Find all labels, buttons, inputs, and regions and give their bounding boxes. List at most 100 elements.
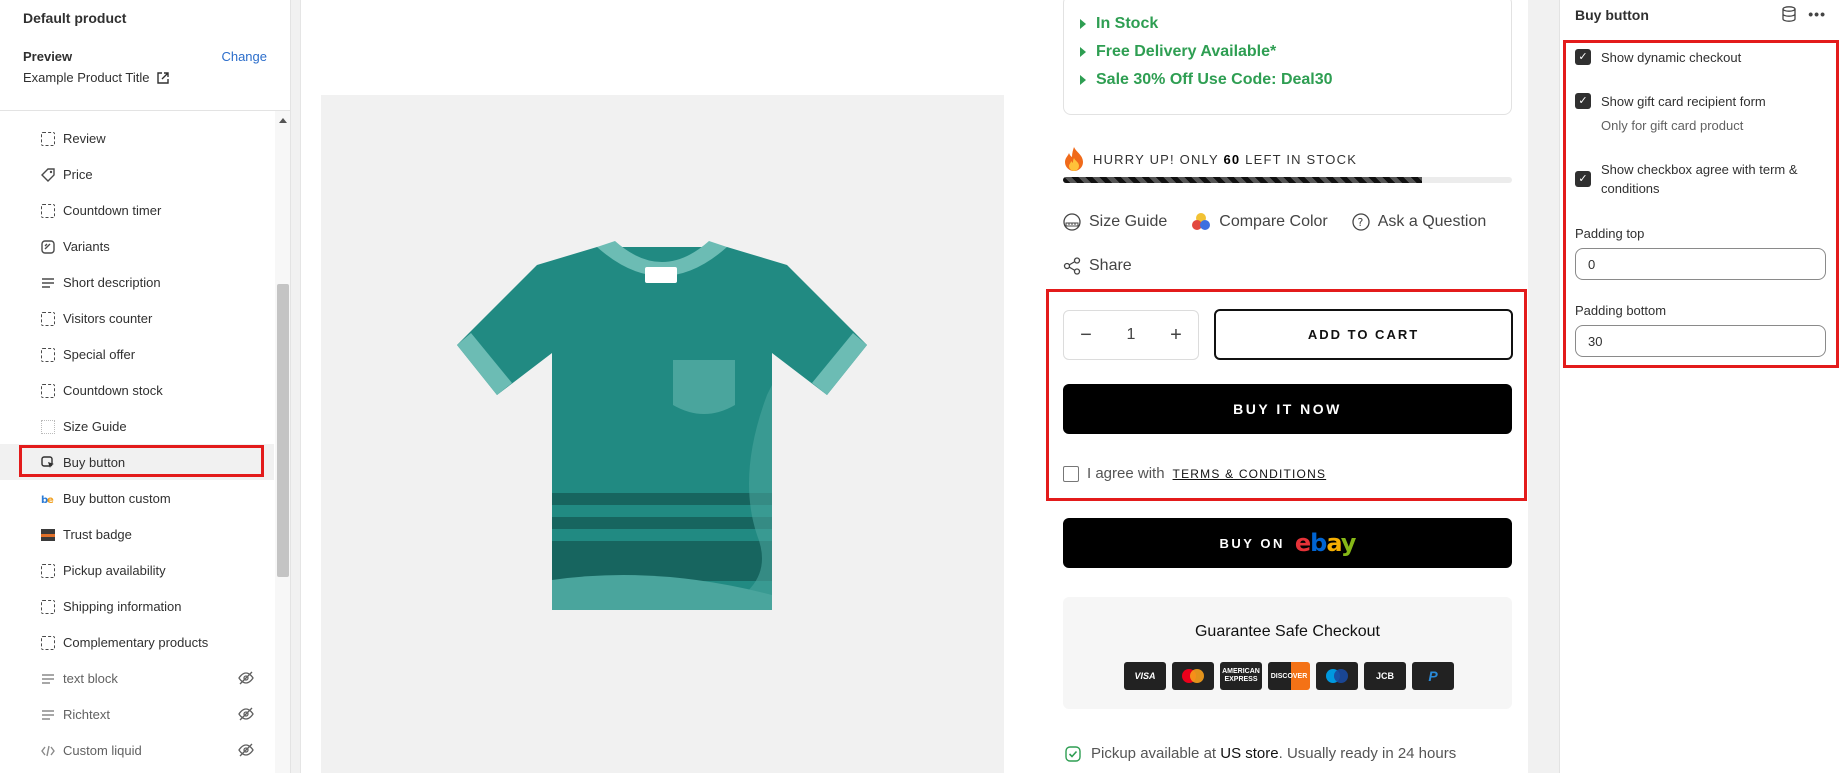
show-gift-card-label: Show gift card recipient form (1601, 94, 1766, 109)
sidebar-item-size-guide[interactable]: Size Guide (0, 408, 274, 444)
share-icon (1063, 257, 1081, 275)
compare-color-link[interactable]: Compare Color (1191, 212, 1328, 232)
sidebar-item-visitors-counter[interactable]: Visitors counter (0, 300, 274, 336)
preview-product[interactable]: Example Product Title (23, 70, 267, 85)
decrease-quantity-button[interactable]: − (1076, 324, 1096, 347)
dashed-square-icon (41, 636, 55, 650)
quantity-stepper[interactable]: − 1 + (1063, 310, 1199, 360)
add-to-cart-button[interactable]: ADD TO CART (1214, 309, 1513, 360)
sidebar-item-label: Variants (63, 238, 110, 254)
info-in-stock: In Stock (1079, 15, 1159, 32)
sidebar-item-label: Richtext (63, 706, 110, 722)
sidebar-item-special-offer[interactable]: Special offer (0, 336, 274, 372)
sidebar-item-label: Review (63, 130, 106, 146)
hurry-suffix: LEFT IN STOCK (1245, 151, 1358, 167)
gift-card-note: Only for gift card product (1601, 118, 1744, 133)
sidebar-item-label: Countdown timer (63, 202, 162, 218)
checkbox-checked-icon[interactable]: ✓ (1575, 171, 1591, 187)
agree-text: I agree with (1087, 465, 1165, 482)
buy-it-now-button[interactable]: BUY IT NOW (1063, 384, 1512, 434)
eye-off-icon[interactable] (238, 671, 254, 685)
sidebar-item-label: Visitors counter (63, 310, 153, 326)
compare-color-label: Compare Color (1219, 213, 1328, 230)
sidebar-item-review[interactable]: Review (0, 120, 274, 156)
sidebar-item-countdown-stock[interactable]: Countdown stock (0, 372, 274, 408)
increase-quantity-button[interactable]: + (1166, 324, 1186, 347)
terms-conditions-link[interactable]: TERMS & CONDITIONS (1173, 467, 1327, 481)
sidebar-item-price[interactable]: Price (0, 156, 274, 192)
variants-icon (41, 240, 55, 254)
sidebar-item-label: text block (63, 670, 118, 686)
product-info-box: In Stock Free Delivery Available* Sale 3… (1063, 0, 1512, 115)
database-icon[interactable] (1782, 6, 1796, 22)
sidebar-item-complementary-products[interactable]: Complementary products (0, 624, 274, 660)
sidebar-item-shipping-information[interactable]: Shipping information (0, 588, 274, 624)
product-image[interactable] (321, 95, 1004, 773)
change-preview-link[interactable]: Change (221, 49, 267, 64)
sidebar-header: Default product Preview Change Example P… (0, 0, 290, 111)
pickup-suffix: . Usually ready in 24 hours (1278, 745, 1457, 762)
agree-terms-checkbox[interactable] (1063, 465, 1079, 482)
product-tools: Size Guide Compare Color ? Ask a Questio… (1063, 212, 1510, 232)
show-gift-card-setting[interactable]: ✓ Show gift card recipient form Only for … (1575, 92, 1766, 135)
jcb-icon: JCB (1364, 662, 1406, 690)
checkbox-checked-icon[interactable]: ✓ (1575, 93, 1591, 109)
show-dynamic-checkout-label: Show dynamic checkout (1601, 50, 1742, 65)
dashed-square-icon (41, 600, 55, 614)
buy-on-label: BUY ON (1219, 535, 1285, 551)
hurry-prefix: HURRY UP! ONLY (1093, 151, 1219, 167)
payment-icons: VISA AMERICAN EXPRESS DISCOVER JCB P (1124, 662, 1454, 690)
selected-block-highlight (19, 445, 264, 477)
badge-image-icon (41, 529, 55, 541)
checkbox-checked-icon[interactable]: ✓ (1575, 49, 1591, 65)
sidebar-item-countdown-timer[interactable]: Countdown timer (0, 192, 274, 228)
sidebar-item-variants[interactable]: Variants (0, 228, 274, 264)
buy-on-ebay-button[interactable]: BUY ON ebay (1063, 518, 1512, 568)
ask-question-label: Ask a Question (1377, 213, 1487, 230)
share-link[interactable]: Share (1063, 257, 1132, 275)
amex-icon: AMERICAN EXPRESS (1220, 662, 1262, 690)
block-settings-panel: Buy button ••• ✓ Show dynamic checkout ✓… (1559, 0, 1840, 773)
agree-terms-row: I agree with TERMS & CONDITIONS (1063, 465, 1326, 482)
padding-top-input[interactable]: 0 (1575, 248, 1826, 280)
padding-bottom-input[interactable]: 30 (1575, 325, 1826, 357)
guarantee-title: Guarantee Safe Checkout (1194, 623, 1380, 640)
preview-product-title: Example Product Title (23, 70, 150, 85)
size-guide-label: Size Guide (1089, 213, 1168, 230)
template-title: Default product (23, 10, 127, 26)
show-dynamic-checkout-setting[interactable]: ✓ Show dynamic checkout (1575, 48, 1741, 67)
sidebar-item-text-block[interactable]: text block (0, 660, 274, 696)
sidebar-scrollbar[interactable] (275, 111, 290, 773)
quantity-value[interactable]: 1 (1121, 326, 1141, 344)
stock-progress-bar (1063, 177, 1512, 183)
sidebar-item-buy-button-custom[interactable]: be Buy button custom (0, 480, 274, 516)
text-lines-icon (42, 710, 54, 720)
eye-off-icon[interactable] (238, 707, 254, 721)
mastercard-icon (1172, 662, 1214, 690)
eye-off-icon[interactable] (238, 743, 254, 757)
paypal-icon: P (1412, 662, 1454, 690)
sidebar-item-short-description[interactable]: Short description (0, 264, 274, 300)
sidebar-item-richtext[interactable]: Richtext (0, 696, 274, 732)
external-link-icon[interactable] (157, 71, 170, 84)
sidebar-item-label: Special offer (63, 346, 136, 362)
sidebar-item-pickup-availability[interactable]: Pickup availability (0, 552, 274, 588)
sidebar-item-trust-badge[interactable]: Trust badge (0, 516, 274, 552)
dashed-square-icon (41, 204, 55, 218)
show-agree-checkbox-setting[interactable]: ✓ Show checkbox agree with term & condit… (1575, 160, 1830, 198)
price-tag-icon (41, 168, 55, 182)
sidebar-item-custom-liquid[interactable]: Custom liquid (0, 732, 274, 768)
size-guide-link[interactable]: Size Guide (1063, 212, 1167, 232)
storefront-preview: In Stock Free Delivery Available* Sale 3… (300, 0, 1528, 773)
ask-question-link[interactable]: ? Ask a Question (1352, 212, 1487, 232)
sidebar-item-label: Buy button custom (63, 490, 171, 506)
block-list: Review Price Countdown timer Variants Sh… (0, 120, 274, 768)
more-options-icon[interactable]: ••• (1808, 6, 1826, 22)
sidebar-item-label: Countdown stock (63, 382, 163, 398)
scroll-up-arrow-icon[interactable] (279, 118, 287, 123)
show-agree-label: Show checkbox agree with term & conditio… (1601, 162, 1798, 196)
tshirt-image (457, 241, 867, 610)
scrollbar-thumb[interactable] (277, 284, 289, 577)
sidebar-item-label: Shipping information (63, 598, 182, 614)
svg-text:?: ? (1357, 216, 1363, 229)
